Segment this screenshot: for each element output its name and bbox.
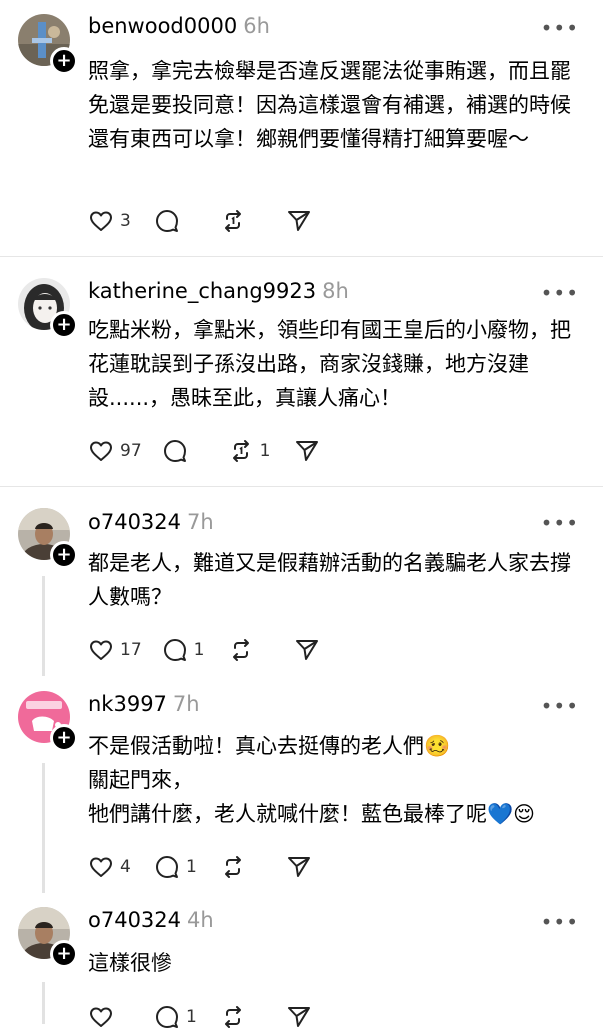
reply-button[interactable]: 1: [162, 636, 208, 664]
follow-button[interactable]: +: [50, 541, 78, 569]
username[interactable]: o740324: [88, 908, 181, 932]
heart-icon: [90, 857, 112, 877]
username[interactable]: katherine_chang9923: [88, 279, 316, 303]
comment-icon: [156, 856, 178, 878]
action-bar: 1: [88, 1003, 332, 1031]
share-icon: [288, 211, 310, 231]
follow-button[interactable]: +: [50, 724, 78, 752]
like-count: 17: [120, 640, 142, 660]
reply-button[interactable]: [162, 437, 208, 465]
reply-button[interactable]: 1: [154, 1003, 200, 1031]
repost-icon: [225, 210, 241, 232]
username[interactable]: benwood0000: [88, 14, 237, 38]
post-header: o740324 4h: [88, 908, 214, 932]
more-options-button[interactable]: •••: [541, 16, 579, 40]
more-options-button[interactable]: •••: [541, 694, 579, 718]
comment-icon: [156, 1006, 178, 1028]
reply-count: 1: [193, 640, 205, 660]
repost-button[interactable]: [220, 853, 266, 881]
reply-button[interactable]: 1: [154, 853, 200, 881]
post-header: o740324 7h: [88, 510, 214, 534]
comment-icon: [156, 210, 178, 232]
timestamp: 6h: [243, 14, 270, 38]
like-button[interactable]: 97: [88, 437, 142, 465]
share-button[interactable]: [294, 636, 320, 664]
reply-count: 1: [186, 857, 197, 877]
divider: [0, 486, 603, 487]
timestamp: 7h: [172, 692, 200, 716]
share-icon: [288, 857, 310, 877]
divider: [0, 256, 603, 257]
post-header: nk3997 7h: [88, 692, 200, 716]
post-text: 不是假活動啦！真心去挺傳的老人們🥴 關起門來， 牠們講什麼，老人就喊什麼！藍色最…: [88, 734, 536, 826]
heart-icon: [90, 1007, 112, 1027]
reply-count: 1: [186, 1007, 197, 1027]
action-bar: 97 1: [88, 437, 340, 465]
timestamp: 7h: [187, 510, 214, 534]
reply-button[interactable]: [154, 207, 200, 235]
post-text: 都是老人，難道又是假藉辦活動的名義騙老人家去撐人數嗎？: [88, 551, 571, 609]
post-header: katherine_chang9923 8h: [88, 279, 349, 303]
action-bar: 17 1: [88, 636, 340, 664]
heart-icon: [90, 640, 112, 660]
like-count: 3: [120, 211, 131, 231]
like-button[interactable]: 3: [88, 207, 134, 235]
repost-count: 1: [259, 441, 271, 461]
repost-icon: [225, 856, 241, 878]
heart-icon: [90, 211, 112, 231]
repost-icon: [225, 1006, 241, 1028]
comment-icon: [163, 639, 186, 661]
action-bar: 3: [88, 207, 332, 235]
username[interactable]: o740324: [88, 510, 181, 534]
like-count: 4: [120, 857, 131, 877]
more-options-button[interactable]: •••: [541, 281, 579, 305]
timestamp: 8h: [322, 279, 349, 303]
thread-line: [42, 763, 45, 893]
repost-button[interactable]: [228, 636, 274, 664]
share-button[interactable]: [286, 1003, 312, 1031]
share-button[interactable]: [286, 207, 312, 235]
post-text: 吃點米粉，拿點米，領些印有國王皇后的小廢物，把花蓮耽誤到子孫沒出路，商家沒錢賺，…: [88, 318, 571, 410]
share-icon: [295, 441, 318, 461]
more-options-button[interactable]: •••: [541, 910, 579, 934]
like-count: 97: [120, 441, 142, 461]
follow-button[interactable]: +: [50, 47, 78, 75]
thread-line: [42, 982, 45, 1024]
share-icon: [295, 640, 318, 660]
comment-icon: [163, 440, 186, 462]
follow-button[interactable]: +: [50, 311, 78, 339]
like-button[interactable]: [88, 1003, 134, 1031]
post-header: benwood0000 6h: [88, 14, 270, 38]
timestamp: 4h: [187, 908, 214, 932]
repost-button[interactable]: [220, 1003, 266, 1031]
thread-line: [42, 576, 45, 676]
share-button[interactable]: [286, 853, 312, 881]
repost-icon: [232, 639, 249, 661]
more-options-button[interactable]: •••: [541, 511, 579, 535]
follow-button[interactable]: +: [50, 940, 78, 968]
repost-icon: [232, 440, 249, 462]
share-icon: [288, 1007, 310, 1027]
like-button[interactable]: 17: [88, 636, 142, 664]
repost-button[interactable]: [220, 207, 266, 235]
post-text: 照拿，拿完去檢舉是否違反選罷法從事賄選，而且罷免還是要投同意！因為這樣還會有補選…: [88, 59, 571, 151]
heart-icon: [90, 441, 112, 461]
post-text: 這樣很慘: [88, 951, 172, 975]
username[interactable]: nk3997: [88, 692, 167, 716]
like-button[interactable]: 4: [88, 853, 134, 881]
action-bar: 4 1: [88, 853, 332, 881]
repost-button[interactable]: 1: [228, 437, 274, 465]
share-button[interactable]: [294, 437, 320, 465]
